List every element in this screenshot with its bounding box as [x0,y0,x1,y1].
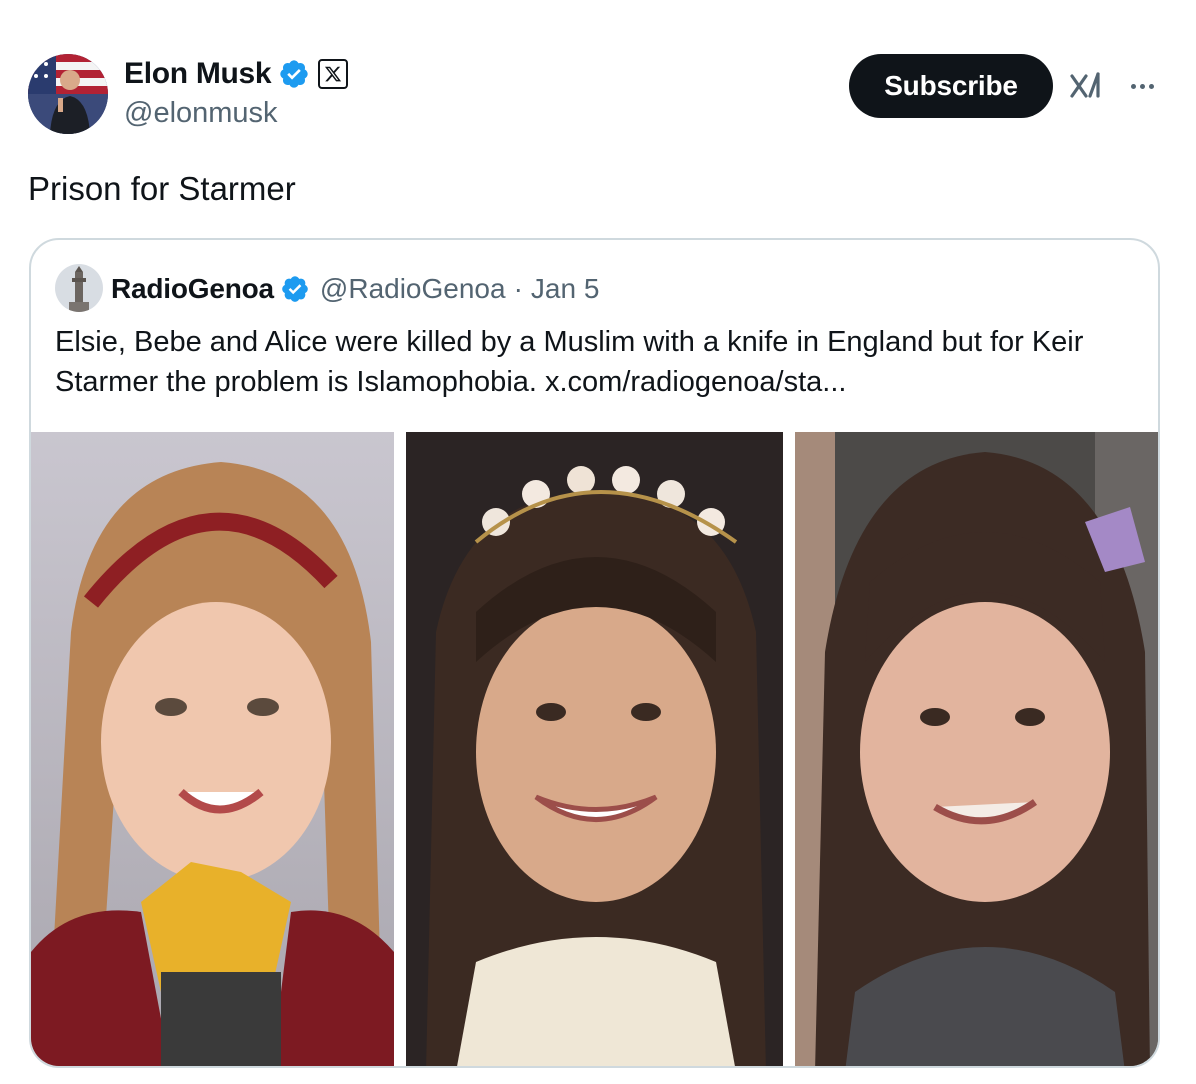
more-dot [1139,83,1145,89]
author-avatar[interactable] [28,54,108,134]
author-name-row: Elon Musk [124,56,349,92]
more-dot [1130,83,1136,89]
more-options-icon[interactable] [1124,72,1160,100]
photo-3[interactable] [795,432,1158,1066]
photo-grid [31,432,1158,1066]
quoted-author-row: RadioGenoa @RadioGenoa · Jan 5 [111,270,599,308]
quoted-date[interactable]: Jan 5 [531,273,600,305]
quoted-tweet-card[interactable]: RadioGenoa @RadioGenoa · Jan 5 Elsie, Be… [29,238,1160,1068]
separator-dot: · [513,273,523,304]
tweet-text: Prison for Starmer [28,170,296,207]
author-display-name[interactable]: Elon Musk [124,57,272,91]
photo-1[interactable] [31,432,394,1066]
tweet: Elon Musk @elonmusk Subscribe Prison for… [0,0,1196,1084]
subscribe-button[interactable]: Subscribe [849,54,1053,118]
quoted-handle[interactable]: @RadioGenoa [320,273,506,305]
verified-badge-icon[interactable] [280,274,310,304]
verified-badge-icon[interactable] [278,58,310,90]
photo-2[interactable] [406,432,783,1066]
quoted-text: Elsie, Bebe and Alice were killed by a M… [55,322,1135,402]
x-affiliate-badge-icon[interactable] [318,59,349,89]
quoted-author-avatar[interactable] [55,264,103,312]
author-handle[interactable]: @elonmusk [124,97,278,130]
more-dot [1148,83,1154,89]
grok-icon[interactable] [1068,68,1108,104]
quoted-display-name[interactable]: RadioGenoa [111,273,274,305]
quoted-link[interactable]: x.com/radiogenoa/sta... [545,366,846,398]
